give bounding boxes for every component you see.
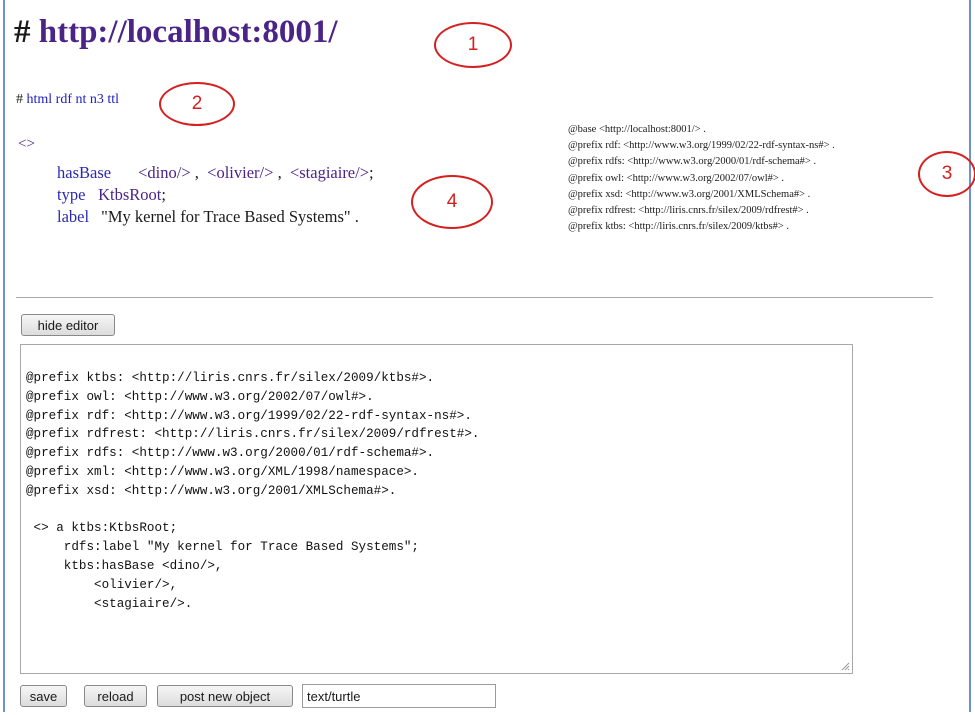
annotation-marker-2: 2	[159, 82, 235, 126]
format-link-html[interactable]: html	[27, 92, 53, 107]
title-hash: #	[14, 14, 39, 50]
formats-hash: #	[16, 92, 27, 107]
object-link[interactable]: <dino/>	[138, 163, 191, 182]
section-divider	[16, 297, 933, 298]
object-link[interactable]: <stagiaire/>	[290, 163, 369, 182]
triple-terminator: ;	[161, 185, 166, 204]
reload-button[interactable]: reload	[84, 685, 147, 707]
triple-terminator: ;	[369, 163, 374, 182]
format-link-ttl[interactable]: ttl	[107, 92, 119, 107]
prefix-list: @base <http://localhost:8001/> . @prefix…	[568, 122, 835, 235]
annotation-marker-1: 1	[434, 22, 512, 68]
prefix-line: @prefix rdf: <http://www.w3.org/1999/02/…	[568, 140, 835, 152]
prefix-line: @prefix owl: <http://www.w3.org/2002/07/…	[568, 172, 785, 184]
triple-row: hasBase <dino/> , <olivier/> , <stagiair…	[57, 162, 374, 184]
triples-block: hasBase <dino/> , <olivier/> , <stagiair…	[57, 162, 374, 228]
annotation-marker-4: 4	[411, 175, 493, 229]
format-links: # html rdf nt n3 ttl	[16, 92, 119, 108]
turtle-editor-textarea[interactable]: @prefix ktbs: <http://liris.cnrs.fr/sile…	[20, 344, 853, 674]
subject-link[interactable]: <>	[18, 136, 35, 153]
prefix-line: @base <http://localhost:8001/> .	[568, 124, 706, 135]
object-link[interactable]: <olivier/>	[207, 163, 273, 182]
prefix-line: @prefix rdfs: <http://www.w3.org/2000/01…	[568, 156, 817, 168]
resize-grip-icon[interactable]	[840, 661, 850, 671]
triple-row: label "My kernel for Trace Based Systems…	[57, 206, 374, 228]
predicate-link[interactable]: label	[57, 206, 97, 228]
triple-terminator: .	[354, 207, 359, 226]
format-link-nt[interactable]: nt	[76, 92, 87, 107]
save-button[interactable]: save	[20, 685, 67, 707]
predicate-link[interactable]: type	[57, 184, 94, 206]
hide-editor-button[interactable]: hide editor	[21, 314, 115, 336]
page-title: # http://localhost:8001/	[14, 14, 338, 51]
base-url-link[interactable]: http://localhost:8001/	[39, 14, 338, 50]
prefix-line: @prefix ktbs: <http://liris.cnrs.fr/sile…	[568, 221, 789, 233]
triple-row: type KtbsRoot;	[57, 184, 374, 206]
mime-type-input[interactable]	[302, 684, 496, 708]
predicate-link[interactable]: hasBase	[57, 162, 134, 184]
post-new-object-button[interactable]: post new object	[157, 685, 293, 707]
format-link-n3[interactable]: n3	[90, 92, 104, 107]
prefix-line: @prefix xsd: <http://www.w3.org/2001/XML…	[568, 188, 811, 200]
literal-value: "My kernel for Trace Based Systems"	[101, 207, 351, 226]
format-link-rdf[interactable]: rdf	[56, 92, 72, 107]
annotation-marker-3: 3	[918, 151, 975, 197]
object-link[interactable]: KtbsRoot	[98, 185, 161, 204]
prefix-line: @prefix rdfrest: <http://liris.cnrs.fr/s…	[568, 205, 809, 217]
editor-content[interactable]: @prefix ktbs: <http://liris.cnrs.fr/sile…	[26, 371, 479, 611]
